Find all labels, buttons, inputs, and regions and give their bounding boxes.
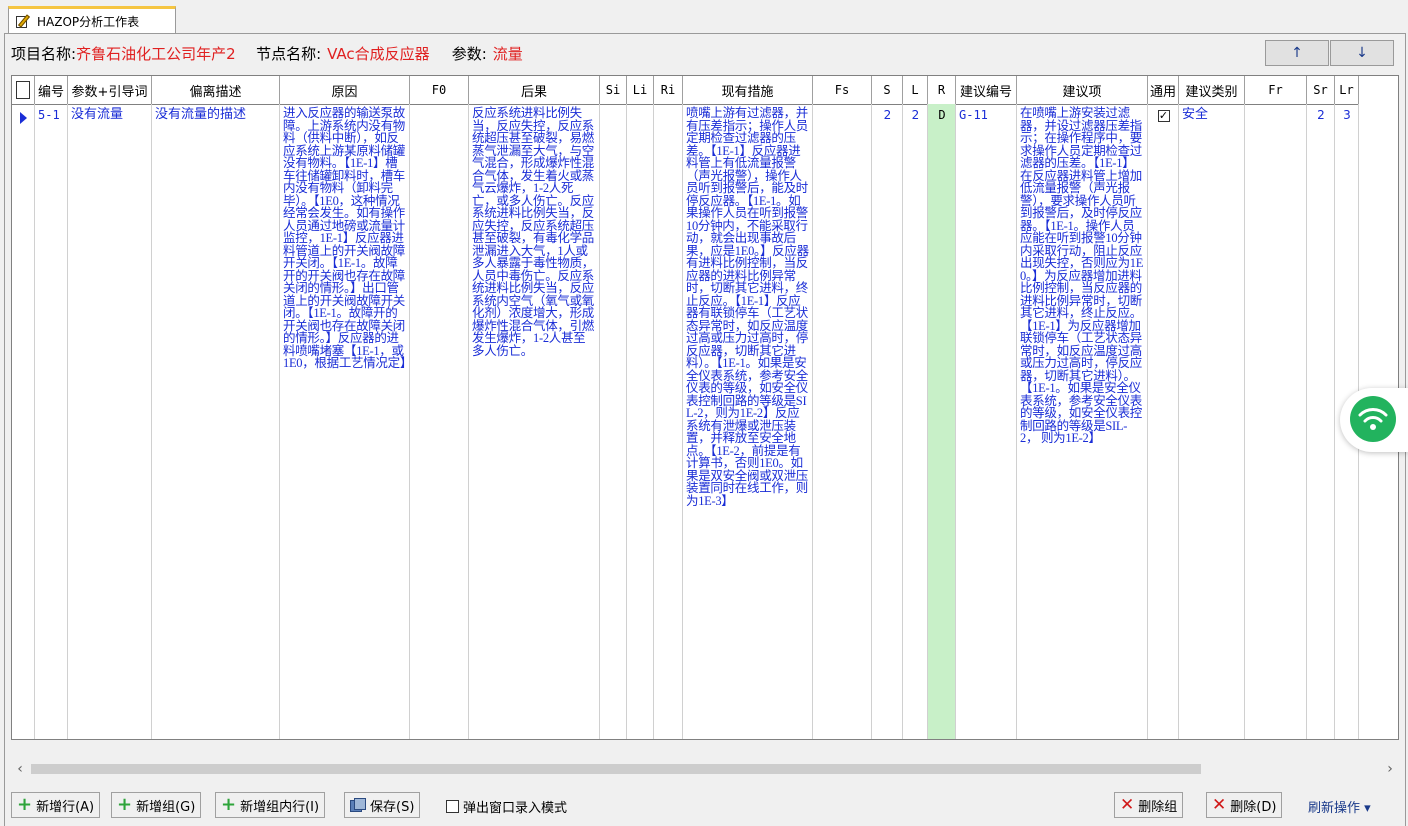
header-deviation[interactable]: 偏离描述 [152, 76, 280, 104]
header-general[interactable]: 通用 [1148, 76, 1179, 104]
node-value: VAc合成反应器 [327, 44, 430, 63]
cell-param[interactable]: 没有流量 [68, 104, 152, 739]
header-cause[interactable]: 原因 [280, 76, 410, 104]
scroll-left-icon[interactable]: ‹ [11, 760, 29, 778]
add-group-label: 新增组(G) [136, 799, 196, 815]
add-row-label: 新增行(A) [36, 799, 95, 815]
save-label: 保存(S) [370, 799, 415, 815]
cell-deviation[interactable]: 没有流量的描述 [152, 104, 280, 739]
param-label: 参数: [451, 44, 487, 63]
popup-mode-checkbox[interactable] [446, 800, 459, 813]
header-s[interactable]: S [872, 76, 903, 104]
save-button[interactable]: 保存(S) [344, 792, 421, 818]
cell-general[interactable]: ✓ [1148, 104, 1179, 739]
add-group-button[interactable]: + 新增组(G) [111, 792, 202, 818]
plus-icon: + [17, 794, 33, 815]
cell-s[interactable]: 2 [872, 104, 903, 739]
row-pointer-icon [19, 112, 27, 124]
plus-icon: + [221, 794, 237, 815]
delete-label: 删除(D) [1230, 799, 1277, 815]
header-id[interactable]: 编号 [35, 76, 68, 104]
scrollbar-thumb[interactable] [31, 764, 1201, 774]
header-category[interactable]: 建议类别 [1179, 76, 1245, 104]
header-consequence[interactable]: 后果 [469, 76, 600, 104]
header-lr[interactable]: Lr [1335, 76, 1359, 104]
cell-si[interactable] [600, 104, 627, 739]
header-li[interactable]: Li [627, 76, 654, 104]
delete-button[interactable]: ✕ 删除(D) [1206, 792, 1283, 818]
cell-li[interactable] [627, 104, 654, 739]
header-rec-id[interactable]: 建议编号 [956, 76, 1017, 104]
info-bar: 项目名称: 齐鲁石油化工公司年产2 节点名称: VAc合成反应器 参数: 流量 [11, 42, 523, 64]
add-group-row-button[interactable]: + 新增组内行(I) [215, 792, 326, 818]
general-checkbox[interactable]: ✓ [1157, 110, 1170, 122]
cell-id[interactable]: 5-1 [35, 104, 68, 739]
add-group-row-label: 新增组内行(I) [240, 799, 320, 815]
header-si[interactable]: Si [600, 76, 627, 104]
cell-ri[interactable] [654, 104, 683, 739]
delete-group-label: 删除组 [1138, 799, 1178, 815]
move-down-button[interactable]: ↓ [1330, 40, 1394, 66]
cell-fs[interactable] [813, 104, 872, 739]
cell-sr[interactable]: 2 [1307, 104, 1335, 739]
header-fr[interactable]: Fr [1245, 76, 1307, 104]
delete-group-button[interactable]: ✕ 删除组 [1114, 792, 1184, 818]
arrow-down-icon: ↓ [1356, 45, 1368, 61]
grid-header: 编号 参数+引导词 偏离描述 原因 F0 后果 Si Li Ri 现有措施 Fs… [12, 76, 1359, 105]
table-row[interactable]: 5-1 没有流量 没有流量的描述 进入反应器的输送泵故障。上游系统内没有物料（供… [12, 104, 1359, 739]
header-param[interactable]: 参数+引导词 [68, 76, 152, 104]
project-value: 齐鲁石油化工公司年产2 [76, 44, 236, 63]
popup-mode-toggle[interactable]: 弹出窗口录入模式 [446, 797, 567, 816]
param-value: 流量 [492, 44, 523, 63]
tab-hazop-worksheet[interactable]: HAZOP分析工作表 [8, 6, 176, 34]
project-label: 项目名称: [11, 44, 77, 63]
tab-strip: HAZOP分析工作表 [0, 0, 1408, 34]
cell-r[interactable]: D [928, 104, 956, 739]
horizontal-scrollbar[interactable]: ‹ › [11, 760, 1399, 778]
plus-icon: + [117, 794, 133, 815]
refresh-operation-menu[interactable]: 刷新操作 ▾ [1308, 797, 1371, 816]
header-measures[interactable]: 现有措施 [683, 76, 813, 104]
cell-fr[interactable] [1245, 104, 1307, 739]
popup-mode-label: 弹出窗口录入模式 [463, 801, 568, 816]
cell-l[interactable]: 2 [903, 104, 928, 739]
cell-cause[interactable]: 进入反应器的输送泵故障。上游系统内没有物料（供料中断），如反应系统上游某原料储罐… [280, 104, 410, 739]
wifi-widget[interactable] [1340, 388, 1408, 452]
select-all-checkbox[interactable] [16, 81, 30, 99]
hazop-grid: 编号 参数+引导词 偏离描述 原因 F0 后果 Si Li Ri 现有措施 Fs… [11, 75, 1399, 740]
cell-rec-id[interactable]: G-11 [956, 104, 1017, 739]
header-f0[interactable]: F0 [410, 76, 469, 104]
row-pointer[interactable] [12, 104, 35, 739]
add-row-button[interactable]: + 新增行(A) [11, 792, 101, 818]
header-sr[interactable]: Sr [1307, 76, 1335, 104]
arrow-up-icon: ↑ [1291, 45, 1303, 61]
header-r[interactable]: R [928, 76, 956, 104]
header-fs[interactable]: Fs [813, 76, 872, 104]
cell-consequence[interactable]: 反应系统进料比例失当，反应失控，反应系统超压甚至破裂，易燃蒸气泄漏至大气，与空气… [469, 104, 600, 739]
tab-label: HAZOP分析工作表 [37, 15, 140, 29]
cell-f0[interactable] [410, 104, 469, 739]
node-label: 节点名称: [256, 44, 322, 63]
move-up-button[interactable]: ↑ [1265, 40, 1329, 66]
header-recommendation[interactable]: 建议项 [1017, 76, 1148, 104]
cell-category[interactable]: 安全 [1179, 104, 1245, 739]
header-select-all[interactable] [12, 76, 35, 104]
wifi-icon [1350, 396, 1396, 442]
scroll-right-icon[interactable]: › [1381, 760, 1399, 778]
cell-measures[interactable]: 喷嘴上游有过滤器，并有压差指示；操作人员定期检查过滤器的压差。【1E-1】反应器… [683, 104, 813, 739]
delete-x-icon: ✕ [1120, 795, 1135, 815]
header-l[interactable]: L [903, 76, 928, 104]
save-icon [350, 798, 366, 812]
cell-recommendation[interactable]: 在喷嘴上游安装过滤器，并设过滤器压差指示；在操作程序中，要求操作人员定期检查过滤… [1017, 104, 1148, 739]
delete-x-icon: ✕ [1212, 795, 1227, 815]
edit-document-icon [15, 13, 31, 30]
header-ri[interactable]: Ri [654, 76, 683, 104]
